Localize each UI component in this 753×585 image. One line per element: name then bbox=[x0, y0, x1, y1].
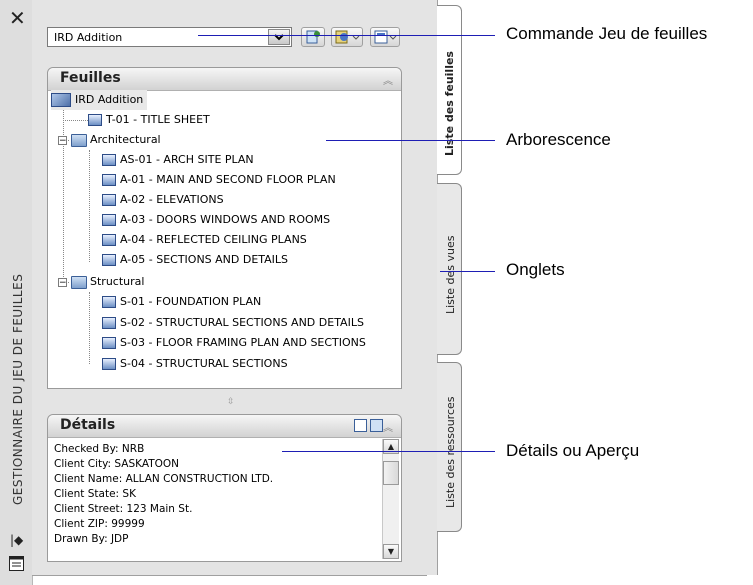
preview-toggle-icon[interactable] bbox=[370, 419, 383, 432]
tab-resource-list[interactable]: Liste des ressources bbox=[437, 362, 462, 532]
tree-item-label: A-01 - MAIN AND SECOND FLOOR PLAN bbox=[120, 173, 336, 186]
tree-item[interactable]: S-01 - FOUNDATION PLAN bbox=[102, 292, 261, 312]
tree-item-label: AS-01 - ARCH SITE PLAN bbox=[120, 153, 254, 166]
tree-item-label: S-01 - FOUNDATION PLAN bbox=[120, 295, 262, 308]
tree-item-label: A-02 - ELEVATIONS bbox=[120, 193, 224, 206]
tree-item[interactable]: A-05 - SECTIONS AND DETAILS bbox=[102, 250, 288, 270]
tree-item[interactable]: T-01 - TITLE SHEET bbox=[88, 110, 210, 130]
sheet-icon bbox=[102, 194, 116, 206]
details-panel-header: Détails ︽ bbox=[48, 415, 401, 438]
tree-item[interactable]: S-04 - STRUCTURAL SECTIONS bbox=[102, 354, 288, 374]
tree-item-label: T-01 - TITLE SHEET bbox=[106, 113, 210, 126]
detail-line: Drawn By: JDP bbox=[54, 533, 129, 545]
details-panel-title: Détails bbox=[60, 417, 116, 433]
tree-item[interactable]: A-02 - ELEVATIONS bbox=[102, 190, 224, 210]
detail-line: Client ZIP: 99999 bbox=[54, 518, 145, 530]
sheet-set-icon bbox=[51, 93, 71, 107]
tree-connector bbox=[63, 120, 88, 121]
scroll-thumb[interactable] bbox=[383, 461, 399, 485]
tree-item-label: A-04 - REFLECTED CEILING PLANS bbox=[120, 233, 307, 246]
sheet-icon bbox=[102, 337, 116, 349]
publish-button[interactable] bbox=[331, 27, 363, 47]
callout-line-combo bbox=[198, 35, 495, 36]
tab-view-list-label: Liste des vues bbox=[444, 235, 457, 314]
sheet-icon bbox=[102, 174, 116, 186]
tree-root-label: IRD Addition bbox=[75, 93, 144, 106]
tree-item[interactable]: AS-01 - ARCH SITE PLAN bbox=[102, 150, 254, 170]
sheet-icon bbox=[102, 296, 116, 308]
sheet-icon bbox=[102, 214, 116, 226]
tree-item[interactable]: A-04 - REFLECTED CEILING PLANS bbox=[102, 230, 307, 250]
detail-line: Client Name: ALLAN CONSTRUCTION LTD. bbox=[54, 473, 274, 485]
scroll-down-icon[interactable]: ▼ bbox=[383, 544, 399, 559]
callout-combo: Commande Jeu de feuilles bbox=[506, 24, 708, 43]
callout-tabs: Onglets bbox=[506, 260, 565, 279]
tab-view-list[interactable]: Liste des vues bbox=[437, 183, 462, 355]
tree-item-label: S-03 - FLOOR FRAMING PLAN AND SECTIONS bbox=[120, 336, 366, 349]
tree-item-label: S-04 - STRUCTURAL SECTIONS bbox=[120, 357, 288, 370]
callout-details: Détails ou Aperçu bbox=[506, 441, 640, 460]
sheet-icon bbox=[102, 154, 116, 166]
sheet-icon bbox=[88, 114, 102, 126]
detail-line: Checked By: NRB bbox=[54, 443, 145, 455]
callout-tree: Arborescence bbox=[506, 130, 611, 149]
tree-item[interactable]: S-03 - FLOOR FRAMING PLAN AND SECTIONS bbox=[102, 333, 366, 353]
tree-item-label: Structural bbox=[90, 275, 145, 288]
callout-line-details bbox=[282, 451, 495, 452]
sheet-set-combo-value: IRD Addition bbox=[54, 31, 123, 44]
tree-item[interactable]: − Structural bbox=[58, 272, 144, 292]
callout-line-tabs bbox=[440, 271, 495, 272]
panel-splitter[interactable]: ⇳ bbox=[227, 397, 235, 407]
tree-item[interactable]: A-03 - DOORS WINDOWS AND ROOMS bbox=[102, 210, 330, 230]
details-scrollbar[interactable]: ▲ ▼ bbox=[382, 439, 399, 559]
autohide-icon[interactable]: |◆ bbox=[10, 533, 24, 547]
detail-line: Client Street: 123 Main St. bbox=[54, 503, 193, 515]
tab-sheet-list[interactable]: Liste des feuilles bbox=[437, 5, 462, 175]
tree-root[interactable]: IRD Addition bbox=[51, 90, 148, 110]
subset-icon bbox=[71, 133, 87, 147]
collapse-minus-icon[interactable]: − bbox=[58, 135, 67, 145]
subset-icon bbox=[71, 275, 87, 289]
tab-resource-list-label: Liste des ressources bbox=[444, 396, 457, 508]
chevron-down-icon[interactable] bbox=[268, 29, 290, 45]
tree-connector bbox=[89, 150, 90, 262]
properties-icon[interactable] bbox=[9, 556, 24, 571]
tree-connector bbox=[89, 292, 90, 364]
collapse-icon[interactable]: ︽ bbox=[383, 419, 393, 434]
sheets-panel-title: Feuilles bbox=[60, 70, 121, 86]
tree-item-label: A-05 - SECTIONS AND DETAILS bbox=[120, 253, 289, 266]
sheet-icon bbox=[102, 358, 116, 370]
tree-item-label: Architectural bbox=[90, 133, 161, 146]
sheet-icon bbox=[102, 254, 116, 266]
tree-item-label: A-03 - DOORS WINDOWS AND ROOMS bbox=[120, 213, 331, 226]
palette-title: GESTIONNAIRE DU JEU DE FEUILLES bbox=[11, 273, 25, 505]
new-sheet-button[interactable] bbox=[301, 27, 325, 47]
tree-item[interactable]: A-01 - MAIN AND SECOND FLOOR PLAN bbox=[102, 170, 336, 190]
tree-item[interactable]: S-02 - STRUCTURAL SECTIONS AND DETAILS bbox=[102, 313, 364, 333]
details-panel: Détails ︽ Checked By: NRB Client City: S… bbox=[47, 414, 402, 562]
palette-bottom-edge bbox=[32, 575, 427, 576]
tree-item-label: S-02 - STRUCTURAL SECTIONS AND DETAILS bbox=[120, 316, 364, 329]
detail-line: Client State: SK bbox=[54, 488, 136, 500]
collapse-minus-icon[interactable]: − bbox=[58, 277, 67, 287]
sheet-selections-button[interactable] bbox=[370, 27, 400, 47]
sheet-icon bbox=[102, 317, 116, 329]
callout-line-tree bbox=[326, 140, 495, 141]
collapse-icon[interactable]: ︽ bbox=[383, 72, 393, 87]
detail-line: Client City: SASKATOON bbox=[54, 458, 180, 470]
sheet-icon bbox=[102, 234, 116, 246]
details-toggle-icon[interactable] bbox=[354, 419, 367, 432]
sheets-panel-header: Feuilles ︽ bbox=[48, 68, 401, 91]
sheet-set-combo[interactable]: IRD Addition bbox=[47, 27, 292, 47]
tree-item[interactable]: − Architectural bbox=[58, 130, 161, 150]
